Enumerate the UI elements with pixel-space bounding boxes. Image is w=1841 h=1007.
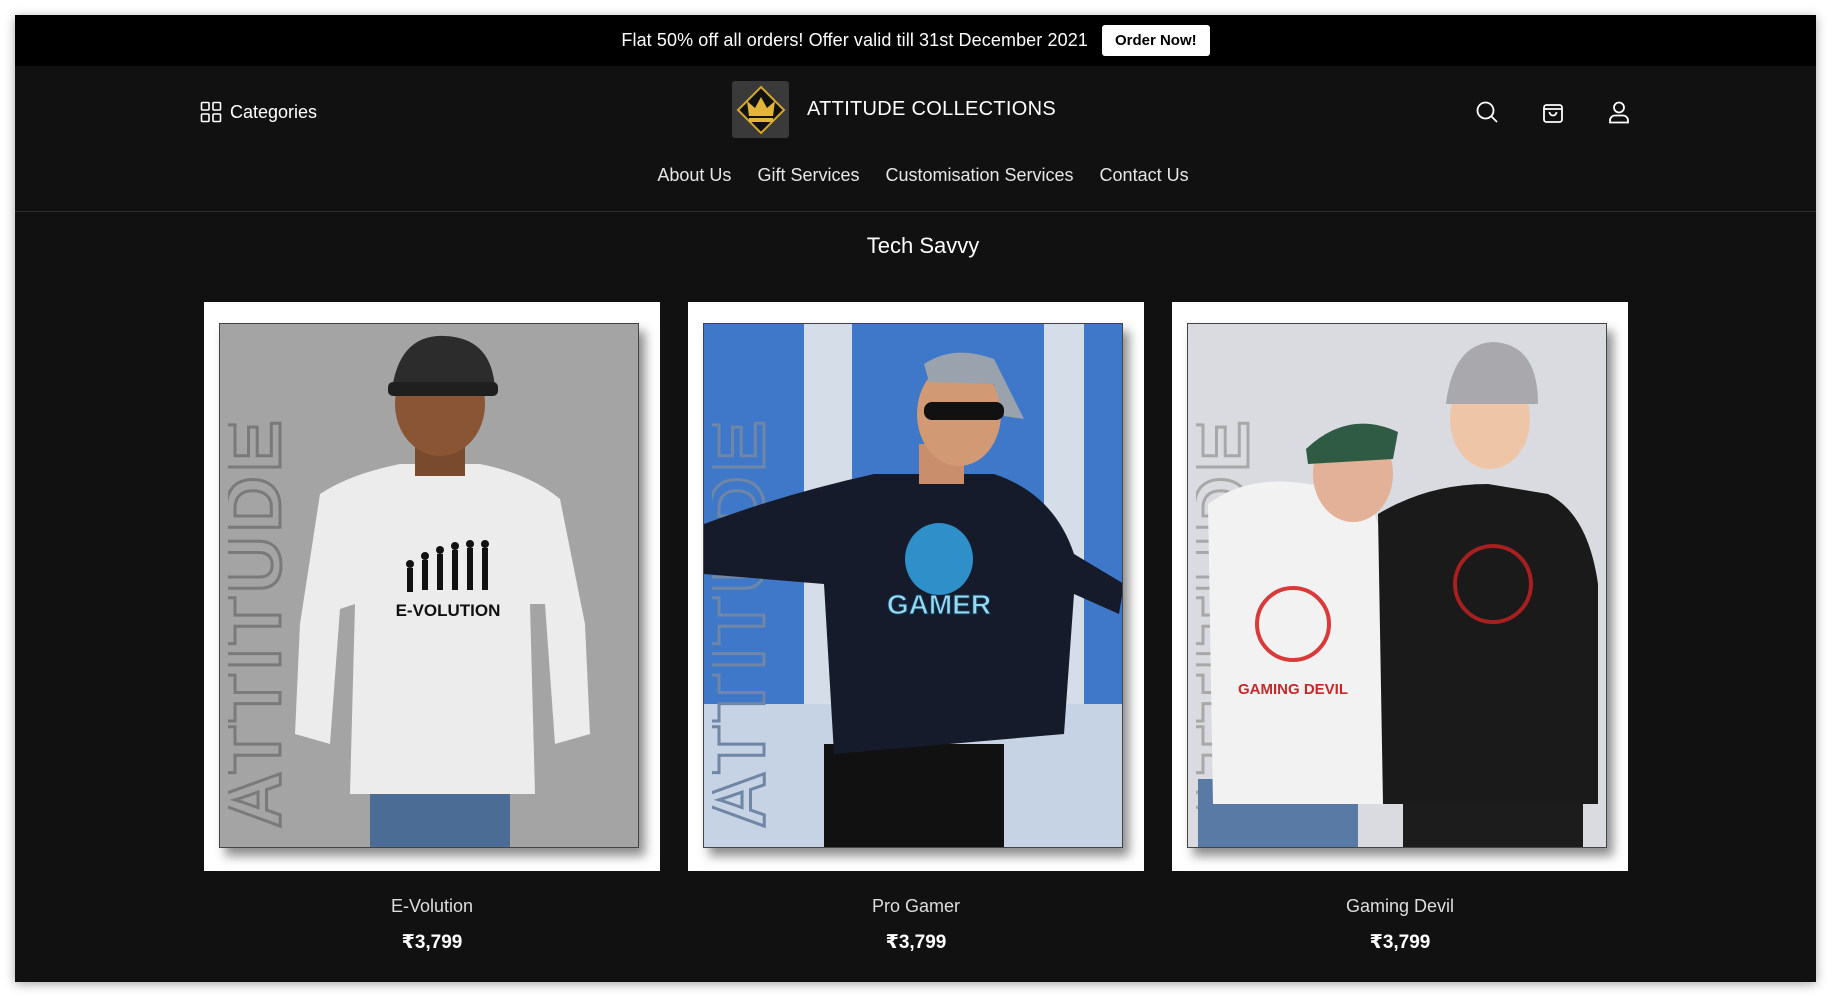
product-price: ₹3,799 (1369, 932, 1431, 953)
people-illustration: GAMING DEVIL (1198, 342, 1598, 847)
product-name[interactable]: Gaming Devil (1172, 896, 1628, 917)
person-illustration: E-VOLUTION (295, 335, 590, 847)
categories-label: Categories (230, 101, 318, 122)
crown-logo-icon (736, 85, 785, 134)
cart-icon[interactable] (1541, 100, 1565, 124)
header-divider (15, 211, 1816, 212)
main-nav: About Us Gift Services Customisation Ser… (15, 165, 1816, 186)
svg-text:GAMER: GAMER (887, 589, 991, 620)
order-now-button[interactable]: Order Now! (1101, 25, 1210, 56)
page-frame: Flat 50% off all orders! Offer valid til… (15, 15, 1816, 982)
product-name[interactable]: Pro Gamer (688, 896, 1144, 917)
grid-icon (200, 101, 222, 123)
product-photo[interactable]: ATTITUDE GAMER (703, 323, 1123, 848)
nav-customisation-services[interactable]: Customisation Services (885, 165, 1073, 186)
announcement-text: Flat 50% off all orders! Offer valid til… (621, 30, 1088, 50)
account-icon[interactable] (1607, 100, 1631, 124)
person-illustration: GAMER (704, 352, 1122, 847)
nav-contact-us[interactable]: Contact Us (1100, 165, 1189, 186)
product-photo[interactable]: ATTITUDE E-VOLUTION (219, 323, 639, 848)
product-image-frame: ATTITUDE GAMER (688, 302, 1144, 871)
categories-menu[interactable]: Categories (200, 101, 317, 123)
brand-logo (732, 81, 789, 138)
announcement-bar: Flat 50% off all orders! Offer valid til… (15, 15, 1816, 66)
product-photo[interactable]: ATTITUDE GAMING DEVIL (1187, 323, 1607, 848)
brand-home-link[interactable]: ATTITUDE COLLECTIONS (732, 81, 1056, 138)
product-image-frame: ATTITUDE GAMING DEVIL (1172, 302, 1628, 871)
svg-text:GAMING DEVIL: GAMING DEVIL (1238, 681, 1348, 698)
product-price: ₹3,799 (885, 932, 947, 953)
section-title: Tech Savvy (866, 233, 980, 258)
product-card-gaming-devil[interactable]: ATTITUDE GAMING DEVIL Gaming Devil (1172, 302, 1628, 954)
nav-about-us[interactable]: About Us (657, 165, 731, 186)
product-image-frame: ATTITUDE E-VOLUTION (204, 302, 660, 871)
product-name[interactable]: E-Volution (204, 896, 660, 917)
search-icon[interactable] (1475, 100, 1499, 124)
nav-gift-services[interactable]: Gift Services (757, 165, 859, 186)
product-card-evolution[interactable]: ATTITUDE E-VOLUTION E-Volution ₹3,799 (204, 302, 660, 954)
header-actions (1475, 100, 1631, 124)
product-card-pro-gamer[interactable]: ATTITUDE GAMER Pro Gamer ₹3,799 (688, 302, 1144, 954)
svg-text:E-VOLUTION: E-VOLUTION (396, 601, 501, 620)
brand-name: ATTITUDE COLLECTIONS (807, 98, 1056, 120)
product-price: ₹3,799 (401, 932, 463, 953)
